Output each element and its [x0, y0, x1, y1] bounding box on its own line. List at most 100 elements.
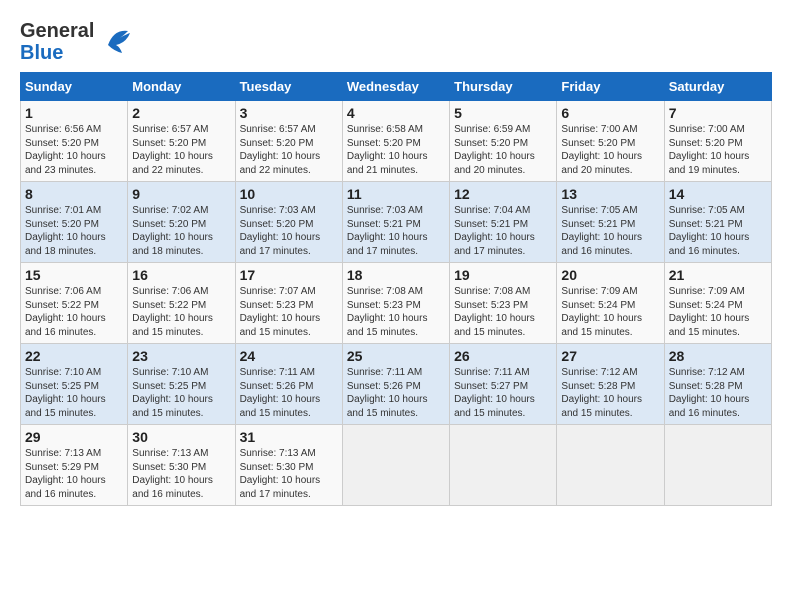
day-info: Sunrise: 7:08 AM Sunset: 5:23 PM Dayligh… — [454, 285, 552, 339]
day-number: 29 — [25, 429, 123, 445]
calendar-cell: 5Sunrise: 6:59 AM Sunset: 5:20 PM Daylig… — [450, 101, 557, 182]
day-info: Sunrise: 7:06 AM Sunset: 5:22 PM Dayligh… — [25, 285, 123, 339]
calendar-cell: 29 Sunrise: 7:13 AM Sunset: 5:29 PM Dayli… — [21, 425, 128, 506]
day-info: Sunrise: 7:00 AM Sunset: 5:20 PM Dayligh… — [561, 123, 659, 177]
day-number: 16 — [132, 267, 230, 283]
calendar-cell: 19 Sunrise: 7:08 AM Sunset: 5:23 PM Dayli… — [450, 263, 557, 344]
day-number: 15 — [25, 267, 123, 283]
calendar-cell: 28 Sunrise: 7:12 AM Sunset: 5:28 PM Dayli… — [664, 344, 771, 425]
day-number: 18 — [347, 267, 445, 283]
day-info: Sunrise: 7:11 AM Sunset: 5:26 PM Dayligh… — [347, 366, 445, 420]
day-info: Sunrise: 7:00 AM Sunset: 5:20 PM Dayligh… — [669, 123, 767, 177]
day-number: 20 — [561, 267, 659, 283]
calendar-cell: 15 Sunrise: 7:06 AM Sunset: 5:22 PM Dayli… — [21, 263, 128, 344]
day-of-week-header: Sunday — [21, 73, 128, 101]
calendar-week-row: 15 Sunrise: 7:06 AM Sunset: 5:22 PM Dayli… — [21, 263, 772, 344]
calendar-week-row: 29 Sunrise: 7:13 AM Sunset: 5:29 PM Dayli… — [21, 425, 772, 506]
calendar-cell: 14 Sunrise: 7:05 AM Sunset: 5:21 PM Dayli… — [664, 182, 771, 263]
day-info: Sunrise: 6:57 AM Sunset: 5:20 PM Dayligh… — [132, 123, 230, 177]
logo-bird-icon — [100, 25, 132, 60]
day-number: 13 — [561, 186, 659, 202]
day-info: Sunrise: 7:09 AM Sunset: 5:24 PM Dayligh… — [669, 285, 767, 339]
day-info: Sunrise: 7:13 AM Sunset: 5:29 PM Dayligh… — [25, 447, 123, 501]
day-number: 7 — [669, 105, 767, 121]
logo-area: General Blue — [20, 20, 132, 64]
calendar-cell: 24 Sunrise: 7:11 AM Sunset: 5:26 PM Dayli… — [235, 344, 342, 425]
calendar-cell — [342, 425, 449, 506]
day-number: 28 — [669, 348, 767, 364]
day-number: 5 — [454, 105, 552, 121]
page-header: General Blue — [20, 20, 772, 64]
day-of-week-header: Saturday — [664, 73, 771, 101]
day-info: Sunrise: 7:11 AM Sunset: 5:27 PM Dayligh… — [454, 366, 552, 420]
day-number: 4 — [347, 105, 445, 121]
day-number: 27 — [561, 348, 659, 364]
calendar-cell: 9 Sunrise: 7:02 AM Sunset: 5:20 PM Daylig… — [128, 182, 235, 263]
calendar-cell: 4 Sunrise: 6:58 AM Sunset: 5:20 PM Daylig… — [342, 101, 449, 182]
day-number: 14 — [669, 186, 767, 202]
calendar-cell: 13 Sunrise: 7:05 AM Sunset: 5:21 PM Dayli… — [557, 182, 664, 263]
day-info: Sunrise: 7:12 AM Sunset: 5:28 PM Dayligh… — [561, 366, 659, 420]
logo-text: General Blue — [20, 20, 94, 64]
day-number: 9 — [132, 186, 230, 202]
day-number: 26 — [454, 348, 552, 364]
calendar-week-row: 1Sunrise: 6:56 AM Sunset: 5:20 PM Daylig… — [21, 101, 772, 182]
calendar-cell: 23 Sunrise: 7:10 AM Sunset: 5:25 PM Dayli… — [128, 344, 235, 425]
calendar-cell: 30Sunrise: 7:13 AM Sunset: 5:30 PM Dayli… — [128, 425, 235, 506]
calendar-cell: 11 Sunrise: 7:03 AM Sunset: 5:21 PM Dayli… — [342, 182, 449, 263]
day-number: 1 — [25, 105, 123, 121]
calendar-cell: 17Sunrise: 7:07 AM Sunset: 5:23 PM Dayli… — [235, 263, 342, 344]
day-info: Sunrise: 7:05 AM Sunset: 5:21 PM Dayligh… — [561, 204, 659, 258]
day-number: 11 — [347, 186, 445, 202]
day-number: 30 — [132, 429, 230, 445]
calendar-cell: 1Sunrise: 6:56 AM Sunset: 5:20 PM Daylig… — [21, 101, 128, 182]
day-info: Sunrise: 7:13 AM Sunset: 5:30 PM Dayligh… — [240, 447, 338, 501]
day-number: 24 — [240, 348, 338, 364]
calendar-cell: 7 Sunrise: 7:00 AM Sunset: 5:20 PM Daylig… — [664, 101, 771, 182]
calendar-cell: 2 Sunrise: 6:57 AM Sunset: 5:20 PM Daylig… — [128, 101, 235, 182]
calendar-cell — [450, 425, 557, 506]
logo-blue: Blue — [20, 42, 63, 64]
calendar-cell: 26 Sunrise: 7:11 AM Sunset: 5:27 PM Dayli… — [450, 344, 557, 425]
calendar-cell: 10Sunrise: 7:03 AM Sunset: 5:20 PM Dayli… — [235, 182, 342, 263]
day-of-week-header: Friday — [557, 73, 664, 101]
day-of-week-header: Wednesday — [342, 73, 449, 101]
day-number: 3 — [240, 105, 338, 121]
logo: General Blue — [20, 20, 132, 64]
day-info: Sunrise: 7:01 AM Sunset: 5:20 PM Dayligh… — [25, 204, 123, 258]
calendar-week-row: 22 Sunrise: 7:10 AM Sunset: 5:25 PM Dayli… — [21, 344, 772, 425]
calendar-cell: 20Sunrise: 7:09 AM Sunset: 5:24 PM Dayli… — [557, 263, 664, 344]
calendar-cell: 27 Sunrise: 7:12 AM Sunset: 5:28 PM Dayli… — [557, 344, 664, 425]
day-number: 6 — [561, 105, 659, 121]
day-number: 22 — [25, 348, 123, 364]
calendar-cell: 3 Sunrise: 6:57 AM Sunset: 5:20 PM Daylig… — [235, 101, 342, 182]
day-number: 2 — [132, 105, 230, 121]
day-info: Sunrise: 7:08 AM Sunset: 5:23 PM Dayligh… — [347, 285, 445, 339]
day-number: 8 — [25, 186, 123, 202]
calendar-cell: 31 Sunrise: 7:13 AM Sunset: 5:30 PM Dayli… — [235, 425, 342, 506]
day-number: 21 — [669, 267, 767, 283]
day-info: Sunrise: 7:10 AM Sunset: 5:25 PM Dayligh… — [25, 366, 123, 420]
calendar-cell: 12Sunrise: 7:04 AM Sunset: 5:21 PM Dayli… — [450, 182, 557, 263]
day-number: 19 — [454, 267, 552, 283]
day-info: Sunrise: 7:10 AM Sunset: 5:25 PM Dayligh… — [132, 366, 230, 420]
day-info: Sunrise: 6:58 AM Sunset: 5:20 PM Dayligh… — [347, 123, 445, 177]
calendar-cell: 22 Sunrise: 7:10 AM Sunset: 5:25 PM Dayli… — [21, 344, 128, 425]
day-number: 31 — [240, 429, 338, 445]
calendar-cell — [664, 425, 771, 506]
calendar-cell: 6 Sunrise: 7:00 AM Sunset: 5:20 PM Daylig… — [557, 101, 664, 182]
calendar-cell — [557, 425, 664, 506]
calendar-cell: 16 Sunrise: 7:06 AM Sunset: 5:22 PM Dayli… — [128, 263, 235, 344]
day-info: Sunrise: 7:11 AM Sunset: 5:26 PM Dayligh… — [240, 366, 338, 420]
day-info: Sunrise: 7:06 AM Sunset: 5:22 PM Dayligh… — [132, 285, 230, 339]
day-info: Sunrise: 6:57 AM Sunset: 5:20 PM Dayligh… — [240, 123, 338, 177]
day-info: Sunrise: 7:03 AM Sunset: 5:21 PM Dayligh… — [347, 204, 445, 258]
day-info: Sunrise: 7:05 AM Sunset: 5:21 PM Dayligh… — [669, 204, 767, 258]
day-info: Sunrise: 7:12 AM Sunset: 5:28 PM Dayligh… — [669, 366, 767, 420]
day-info: Sunrise: 7:02 AM Sunset: 5:20 PM Dayligh… — [132, 204, 230, 258]
calendar-header-row: SundayMondayTuesdayWednesdayThursdayFrid… — [21, 73, 772, 101]
day-number: 23 — [132, 348, 230, 364]
day-of-week-header: Thursday — [450, 73, 557, 101]
day-info: Sunrise: 7:04 AM Sunset: 5:21 PM Dayligh… — [454, 204, 552, 258]
day-number: 10 — [240, 186, 338, 202]
